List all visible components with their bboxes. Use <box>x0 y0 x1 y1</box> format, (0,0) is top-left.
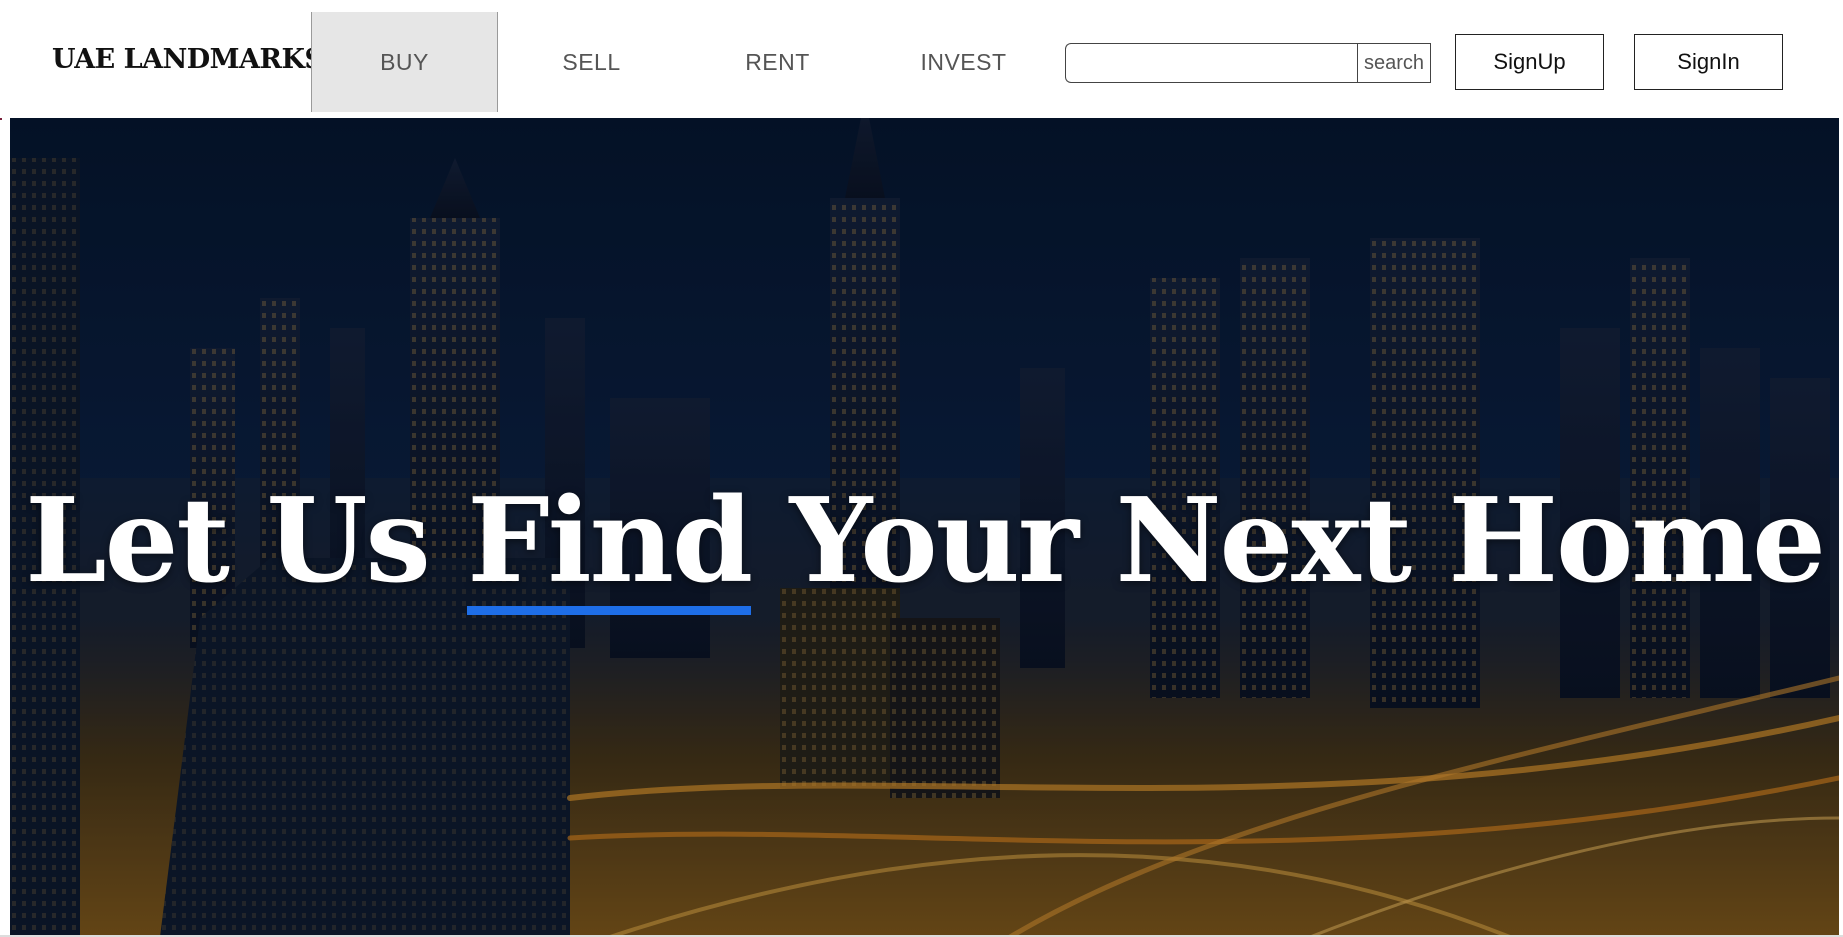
search-button[interactable]: search <box>1357 43 1431 83</box>
signup-button[interactable]: SignUp <box>1455 34 1604 90</box>
brand-logo[interactable]: UAE LANDMARKS <box>52 44 324 75</box>
hero-title-highlight: Find <box>467 473 753 615</box>
hero-title: Let Us Find Your Next Home <box>10 473 1839 615</box>
nav-item-buy[interactable]: BUY <box>311 12 498 112</box>
signin-button[interactable]: SignIn <box>1634 34 1783 90</box>
search-bar: search <box>1065 43 1431 83</box>
top-navbar: UAE LANDMARKS BUY SELL RENT INVEST searc… <box>0 0 1843 118</box>
hero-title-after: Your Next Home <box>751 473 1826 609</box>
search-input[interactable] <box>1065 43 1357 83</box>
nav-item-sell[interactable]: SELL <box>498 12 685 112</box>
nav-item-rent[interactable]: RENT <box>684 12 871 112</box>
hero-banner: Let Us Find Your Next Home <box>10 118 1839 937</box>
hero-title-before: Let Us <box>25 473 468 609</box>
nav-item-invest[interactable]: INVEST <box>870 12 1057 112</box>
